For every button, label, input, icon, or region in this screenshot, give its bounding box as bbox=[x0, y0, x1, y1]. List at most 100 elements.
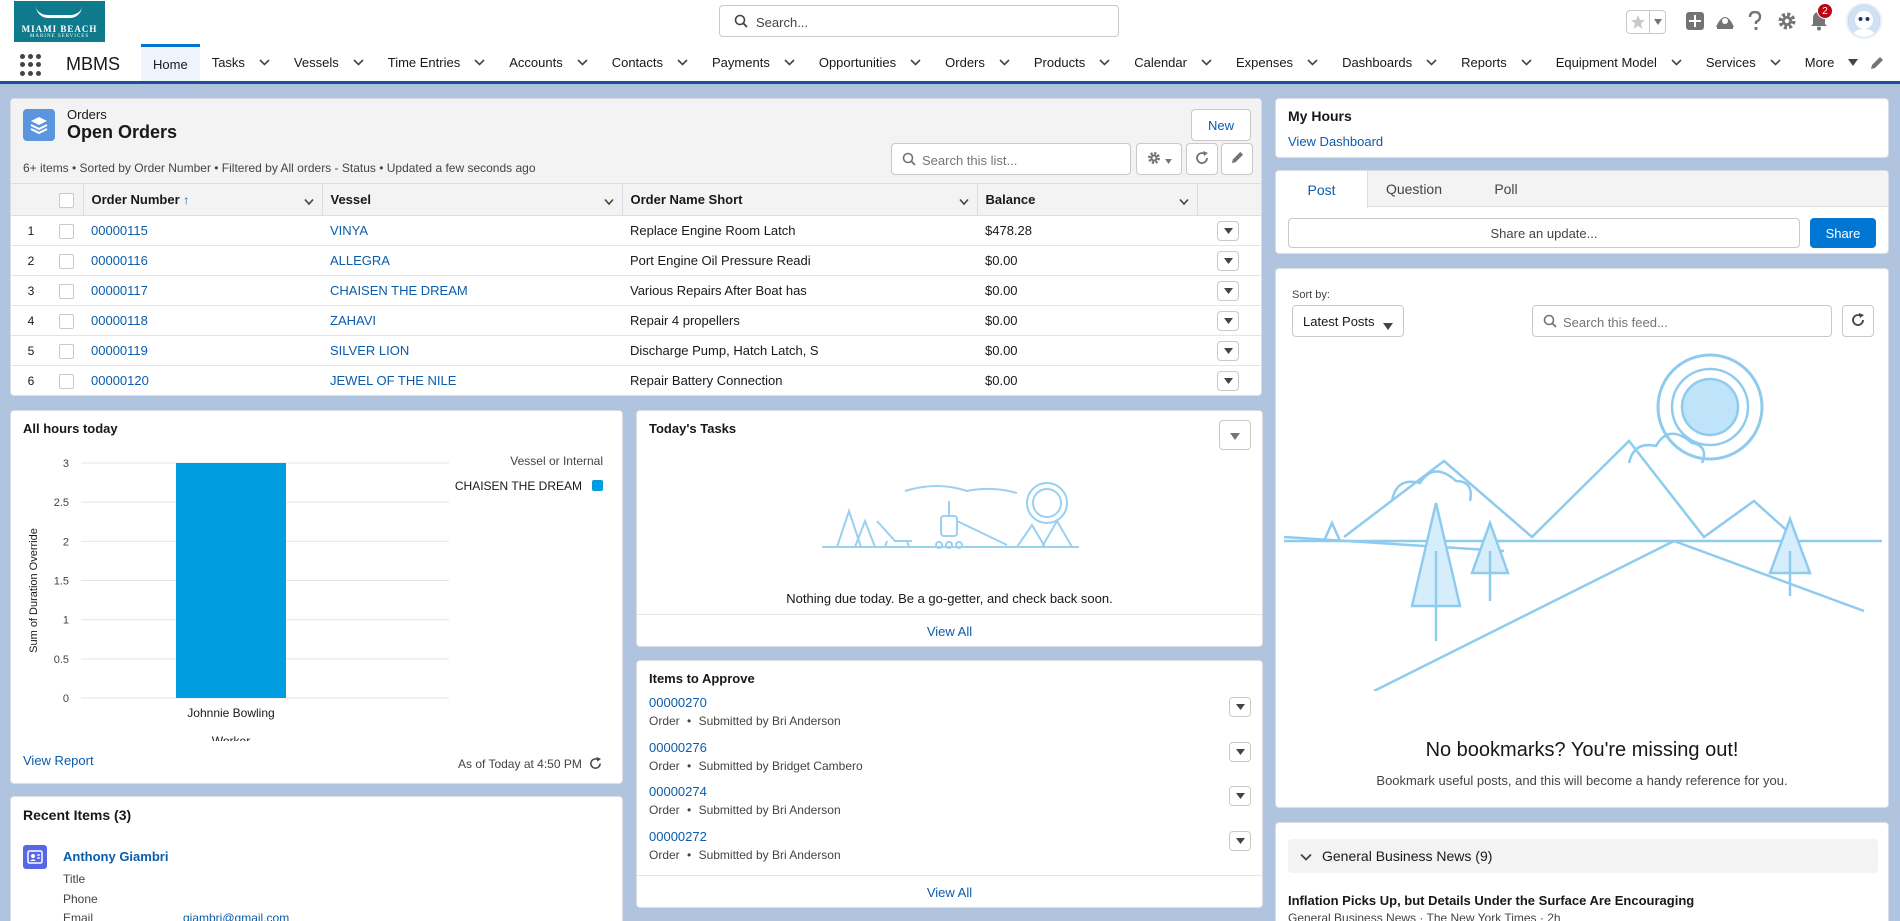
chevron-down-icon[interactable] bbox=[1201, 59, 1212, 66]
nav-item-tasks[interactable]: Tasks bbox=[200, 44, 282, 81]
row-select-cell[interactable] bbox=[51, 245, 83, 276]
column-header-order-number[interactable]: Order Number ↑ bbox=[82, 183, 322, 216]
chevron-down-icon[interactable] bbox=[1307, 59, 1318, 66]
chevron-down-icon[interactable] bbox=[1770, 59, 1781, 66]
row-checkbox[interactable] bbox=[59, 313, 74, 329]
list-view-title[interactable]: Open Orders bbox=[67, 122, 177, 143]
chevron-down-icon[interactable] bbox=[677, 59, 688, 66]
chevron-down-icon[interactable] bbox=[303, 194, 314, 209]
global-search-input[interactable] bbox=[756, 12, 1106, 32]
approval-item-menu-button[interactable] bbox=[1229, 697, 1251, 717]
chevron-down-icon[interactable] bbox=[1099, 59, 1110, 66]
order-number-link[interactable]: 00000119 bbox=[91, 343, 148, 358]
select-all-checkbox[interactable] bbox=[59, 192, 74, 208]
vessel-link[interactable]: VINYA bbox=[330, 223, 368, 238]
tab-post[interactable]: Post bbox=[1276, 171, 1368, 208]
favorites-button[interactable] bbox=[1626, 10, 1666, 34]
tab-poll[interactable]: Poll bbox=[1460, 171, 1552, 207]
approval-item-link[interactable]: 00000274 bbox=[649, 784, 841, 799]
nav-item-orders[interactable]: Orders bbox=[933, 44, 1022, 81]
row-checkbox[interactable] bbox=[59, 223, 74, 239]
nav-item-accounts[interactable]: Accounts bbox=[497, 44, 599, 81]
approval-item-menu-button[interactable] bbox=[1229, 786, 1251, 806]
recent-item-name-link[interactable]: Anthony Giambri bbox=[63, 849, 168, 864]
order-number-link[interactable]: 00000120 bbox=[91, 373, 149, 388]
column-header-balance[interactable]: Balance bbox=[976, 183, 1197, 216]
list-search[interactable] bbox=[891, 143, 1131, 175]
column-header-vessel[interactable]: Vessel bbox=[321, 183, 622, 216]
chevron-down-icon[interactable] bbox=[1178, 194, 1189, 209]
share-button[interactable]: Share bbox=[1810, 218, 1876, 248]
nav-item-products[interactable]: Products bbox=[1022, 44, 1122, 81]
row-actions-button[interactable] bbox=[1217, 220, 1239, 241]
user-avatar[interactable] bbox=[1846, 3, 1882, 39]
chevron-down-icon[interactable] bbox=[999, 59, 1010, 66]
chevron-down-icon[interactable] bbox=[910, 59, 921, 66]
chevron-down-icon[interactable] bbox=[784, 59, 795, 66]
column-header-order-name-short[interactable]: Order Name Short bbox=[621, 183, 977, 216]
nav-item-time-entries[interactable]: Time Entries bbox=[376, 44, 497, 81]
chevron-down-icon[interactable] bbox=[474, 59, 485, 66]
edit-nav-pencil-icon[interactable] bbox=[1870, 56, 1884, 73]
app-launcher-icon[interactable] bbox=[20, 54, 44, 76]
global-search[interactable] bbox=[719, 5, 1119, 37]
global-create-icon[interactable] bbox=[1683, 9, 1707, 33]
chevron-down-icon[interactable] bbox=[577, 59, 588, 66]
vessel-link[interactable]: JEWEL OF THE NILE bbox=[330, 373, 456, 388]
chevron-down-icon[interactable] bbox=[259, 59, 270, 66]
nav-item-dashboards[interactable]: Dashboards bbox=[1330, 44, 1449, 81]
row-checkbox[interactable] bbox=[59, 253, 74, 269]
row-actions-button[interactable] bbox=[1217, 370, 1239, 391]
gear-icon[interactable] bbox=[1775, 9, 1799, 33]
nav-item-vessels[interactable]: Vessels bbox=[282, 44, 376, 81]
approval-item-menu-button[interactable] bbox=[1229, 741, 1251, 762]
nav-item-reports[interactable]: Reports bbox=[1449, 44, 1544, 81]
trailhead-icon[interactable] bbox=[1713, 9, 1737, 33]
row-checkbox[interactable] bbox=[59, 343, 74, 359]
select-all-header[interactable] bbox=[51, 183, 83, 216]
chevron-down-icon[interactable] bbox=[1650, 11, 1665, 33]
company-logo[interactable]: MIAMI BEACH MARINE SERVICES bbox=[14, 1, 105, 42]
view-dashboard-link[interactable]: View Dashboard bbox=[1288, 134, 1383, 149]
chevron-down-icon[interactable] bbox=[353, 59, 364, 66]
star-icon[interactable] bbox=[1627, 11, 1651, 33]
sort-by-select[interactable]: Latest Posts bbox=[1292, 305, 1404, 337]
chevron-down-icon[interactable] bbox=[1521, 59, 1532, 66]
vessel-link[interactable]: ALLEGRA bbox=[330, 253, 390, 268]
row-actions-button[interactable] bbox=[1217, 280, 1239, 301]
approval-item-link[interactable]: 00000276 bbox=[649, 740, 863, 755]
approval-item-menu-button[interactable] bbox=[1229, 830, 1251, 851]
chevron-down-icon[interactable] bbox=[958, 194, 969, 209]
caret-down-icon[interactable] bbox=[1848, 59, 1859, 66]
approval-item-link[interactable]: 00000272 bbox=[649, 829, 841, 844]
feed-search-input[interactable] bbox=[1563, 312, 1823, 332]
vessel-link[interactable]: ZAHAVI bbox=[330, 313, 376, 328]
new-order-button[interactable]: New bbox=[1191, 109, 1251, 141]
refresh-icon[interactable] bbox=[589, 757, 602, 773]
nav-item-equipment-model[interactable]: Equipment Model bbox=[1544, 44, 1694, 81]
list-settings-button[interactable] bbox=[1136, 143, 1182, 175]
row-checkbox[interactable] bbox=[59, 373, 74, 389]
order-number-link[interactable]: 00000117 bbox=[91, 283, 148, 298]
inline-edit-button[interactable] bbox=[1221, 143, 1253, 175]
order-number-link[interactable]: 00000115 bbox=[91, 223, 148, 238]
list-search-input[interactable] bbox=[922, 150, 1122, 170]
row-select-cell[interactable] bbox=[51, 305, 83, 336]
chevron-down-icon[interactable] bbox=[603, 194, 614, 209]
chevron-down-icon[interactable] bbox=[1426, 59, 1437, 66]
row-select-cell[interactable] bbox=[51, 215, 83, 246]
news-section-header[interactable]: General Business News (9) bbox=[1288, 839, 1878, 873]
nav-item-services[interactable]: Services bbox=[1694, 44, 1793, 81]
news-headline-link[interactable]: Inflation Picks Up, but Details Under th… bbox=[1288, 893, 1694, 908]
row-select-cell[interactable] bbox=[51, 275, 83, 306]
tasks-view-all-link[interactable]: View All bbox=[927, 624, 972, 639]
help-icon[interactable] bbox=[1743, 9, 1767, 33]
row-checkbox[interactable] bbox=[59, 283, 74, 299]
vessel-link[interactable]: CHAISEN THE DREAM bbox=[330, 283, 468, 298]
chevron-down-icon[interactable] bbox=[1671, 59, 1682, 66]
view-report-link[interactable]: View Report bbox=[23, 753, 94, 768]
nav-item-more[interactable]: More bbox=[1793, 44, 1871, 81]
order-number-link[interactable]: 00000116 bbox=[91, 253, 148, 268]
order-number-link[interactable]: 00000118 bbox=[91, 313, 148, 328]
row-actions-button[interactable] bbox=[1217, 250, 1239, 271]
